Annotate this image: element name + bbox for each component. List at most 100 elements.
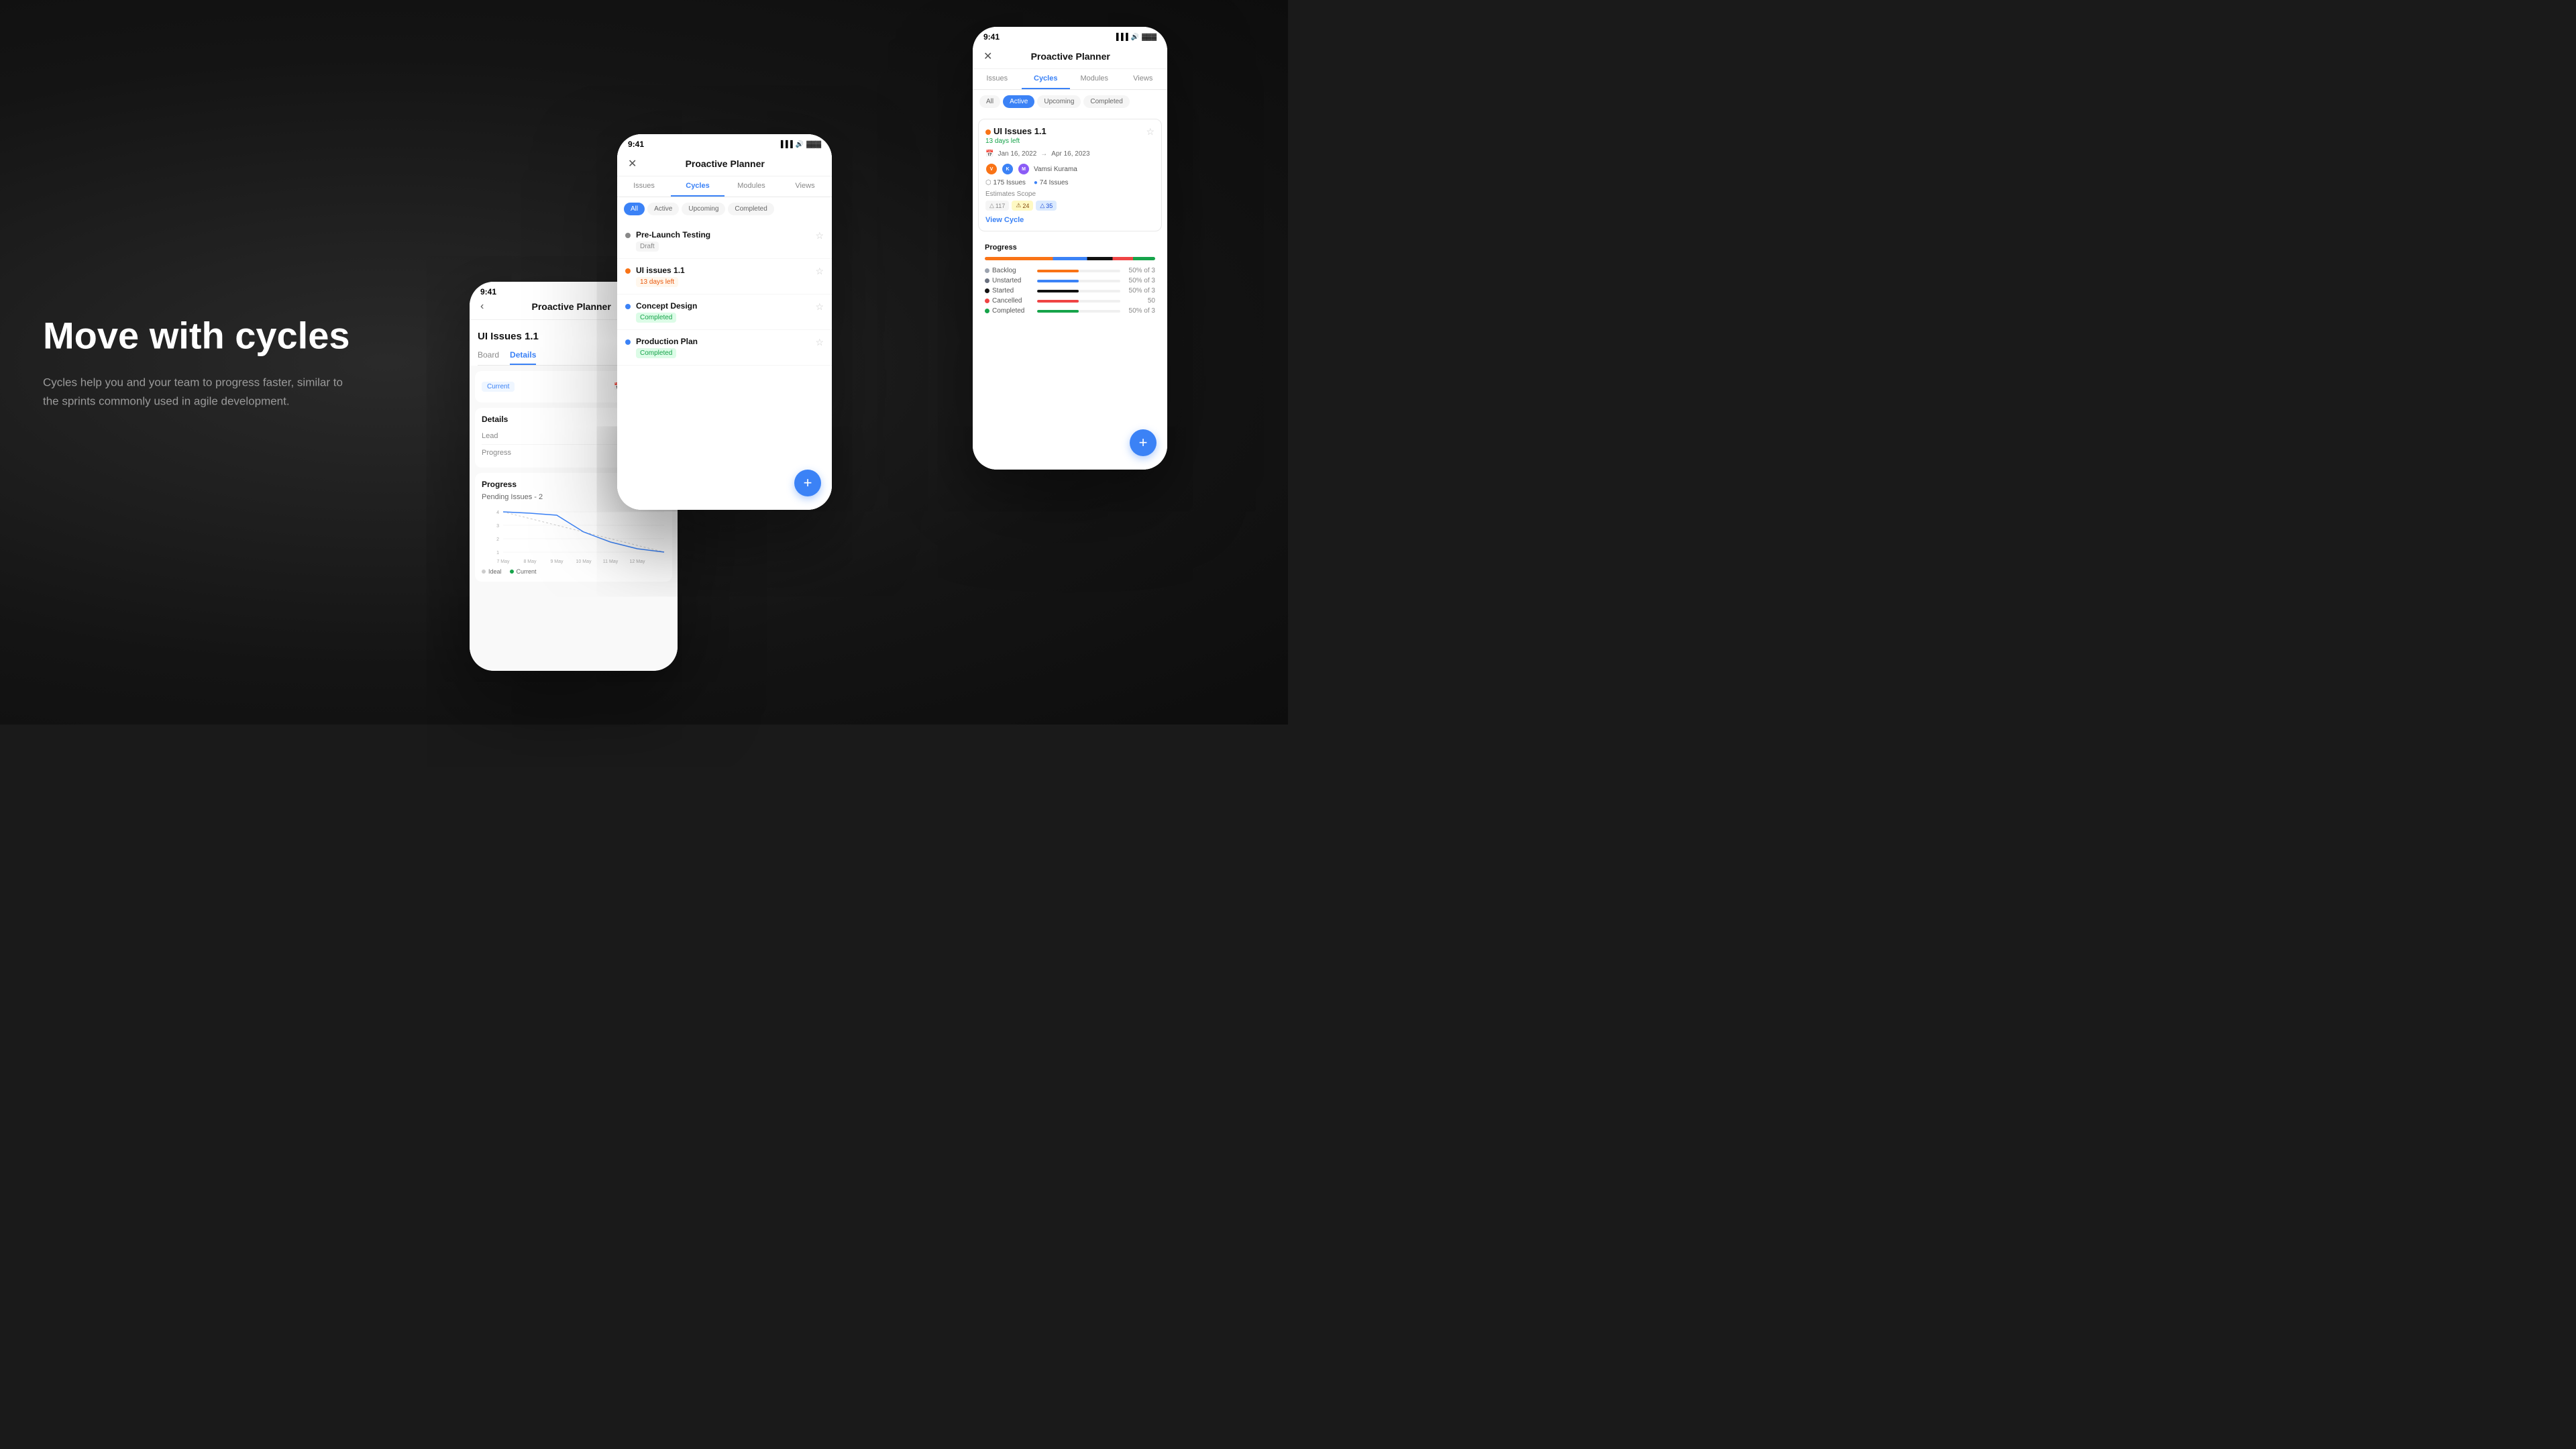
ideal-dot: [482, 570, 486, 574]
hero-section: Move with cycles Cycles help you and you…: [43, 315, 350, 411]
pct-cancelled: 50: [1126, 297, 1155, 305]
star-icon-production[interactable]: ☆: [815, 337, 824, 348]
arrow-icon: →: [1040, 150, 1047, 158]
bar-fill-backlog: [1037, 270, 1079, 272]
status-time-detail: 9:41: [480, 287, 496, 297]
progress-label-unstarted: Unstarted: [985, 277, 1032, 284]
status-time-list: 9:41: [628, 140, 644, 149]
tab-bar-cycle: Issues Cycles Modules Views: [973, 69, 1167, 90]
view-cycle-link[interactable]: View Cycle: [985, 216, 1155, 224]
pct-started: 50% of 3: [1126, 287, 1155, 294]
tab-views-cycle[interactable]: Views: [1119, 69, 1168, 89]
tab-issues-list[interactable]: Issues: [617, 176, 671, 197]
close-button-cycle[interactable]: ✕: [981, 48, 995, 64]
bar-fill-completed: [1037, 310, 1079, 313]
filter-completed-cycle[interactable]: Completed: [1083, 95, 1129, 108]
filter-active-cycle[interactable]: Active: [1003, 95, 1034, 108]
nav-bar-list: ✕ Proactive Planner: [617, 152, 832, 176]
cycle-info-concept: Concept Design Completed: [636, 301, 810, 323]
cycle-item-prelaunch[interactable]: Pre-Launch Testing Draft ☆: [617, 223, 832, 259]
cycle-members: V K M Vamsi Kurama: [985, 163, 1155, 175]
cycle-info-prelaunch: Pre-Launch Testing Draft: [636, 230, 810, 252]
filter-bar-list: All Active Upcoming Completed: [617, 197, 832, 221]
cycle-card-title: UI Issues 1.1: [994, 126, 1046, 136]
nav-title-cycle: Proactive Planner: [1000, 51, 1140, 62]
bar-wrap-backlog: [1037, 270, 1120, 272]
star-icon-ui[interactable]: ☆: [815, 266, 824, 277]
tab-modules-list[interactable]: Modules: [724, 176, 778, 197]
pct-completed: 50% of 3: [1126, 307, 1155, 315]
chart-svg: 4 3 2 1 7 May 8 May 9 May 10 May 11 May: [482, 505, 665, 566]
tab-details[interactable]: Details: [510, 346, 536, 365]
cycle-info-production: Production Plan Completed: [636, 337, 810, 358]
lead-label: Lead: [482, 432, 498, 440]
filter-all[interactable]: All: [624, 203, 645, 215]
wifi-icon-cycle: 🔊: [1131, 34, 1139, 41]
cycle-name-production: Production Plan: [636, 337, 810, 346]
tab-issues-cycle[interactable]: Issues: [973, 69, 1022, 89]
filter-completed[interactable]: Completed: [728, 203, 773, 215]
fab-cycle[interactable]: +: [1130, 429, 1157, 456]
svg-text:12 May: 12 May: [630, 559, 645, 564]
filter-upcoming-cycle[interactable]: Upcoming: [1037, 95, 1081, 108]
svg-text:11 May: 11 May: [603, 559, 619, 564]
cycle-name-concept: Concept Design: [636, 301, 810, 311]
phone-cycle: 9:41 ▐▐▐ 🔊 ▓▓▓ ✕ Proactive Planner Issue…: [973, 27, 1167, 470]
tab-cycles-cycle[interactable]: Cycles: [1022, 69, 1071, 89]
cycle-dot-ui: [625, 268, 631, 274]
star-icon-prelaunch[interactable]: ☆: [815, 230, 824, 241]
filter-active[interactable]: Active: [647, 203, 679, 215]
progress-label-completed: Completed: [985, 307, 1032, 315]
cycle-item-production[interactable]: Production Plan Completed ☆: [617, 330, 832, 366]
pct-unstarted: 50% of 3: [1126, 277, 1155, 284]
cycle-dot-concept: [625, 304, 631, 309]
signal-icon-list: ▐▐▐: [778, 141, 792, 148]
bar-wrap-started: [1037, 290, 1120, 292]
date-to: Apr 16, 2023: [1051, 150, 1089, 158]
dot-unstarted: [985, 278, 989, 283]
estimate-tags: △ 117 ⚠ 24 △ 35: [985, 201, 1155, 211]
progress-bar-main: [985, 257, 1155, 260]
bar-wrap-cancelled: [1037, 300, 1120, 303]
cycle-item-concept[interactable]: Concept Design Completed ☆: [617, 294, 832, 330]
nav-title-list: Proactive Planner: [645, 158, 805, 169]
hero-title: Move with cycles: [43, 315, 350, 358]
star-icon-concept[interactable]: ☆: [815, 301, 824, 313]
cycle-dot-prelaunch: [625, 233, 631, 238]
chart-legend: Ideal Current: [482, 568, 665, 575]
issue-counts: ⬡ 175 Issues ● 74 Issues: [985, 179, 1155, 186]
svg-text:3: 3: [496, 524, 499, 529]
fab-list[interactable]: +: [794, 470, 821, 496]
status-icons-list: ▐▐▐ 🔊 ▓▓▓: [778, 141, 821, 148]
bar-fill-cancelled: [1037, 300, 1079, 303]
cycle-status-prelaunch: Draft: [636, 241, 659, 252]
svg-text:2: 2: [496, 537, 499, 542]
cycle-name-prelaunch: Pre-Launch Testing: [636, 230, 810, 239]
close-button-list[interactable]: ✕: [625, 156, 639, 172]
legend-current: Current: [510, 568, 537, 575]
svg-text:10 May: 10 May: [576, 559, 592, 564]
cycle-dot-production: [625, 339, 631, 345]
tab-views-list[interactable]: Views: [778, 176, 832, 197]
issues-175: ⬡ 175 Issues: [985, 179, 1026, 186]
star-icon-card[interactable]: ☆: [1146, 126, 1155, 138]
battery-icon-list: ▓▓▓: [806, 141, 821, 148]
tab-board[interactable]: Board: [478, 346, 499, 365]
tab-modules-cycle[interactable]: Modules: [1070, 69, 1119, 89]
progress-row-started: Started 50% of 3: [985, 287, 1155, 294]
tab-cycles-list[interactable]: Cycles: [671, 176, 724, 197]
filter-upcoming[interactable]: Upcoming: [682, 203, 725, 215]
avatar-2: K: [1002, 163, 1014, 175]
cycle-card-dates: 📅 Jan 16, 2022 → Apr 16, 2023: [985, 150, 1155, 158]
filter-bar-cycle: All Active Upcoming Completed: [973, 90, 1167, 113]
card-dot: [985, 129, 991, 135]
current-chip: Current: [482, 382, 515, 392]
status-bar-list: 9:41 ▐▐▐ 🔊 ▓▓▓: [617, 134, 832, 152]
progress-label-backlog: Backlog: [985, 267, 1032, 274]
cycle-status-concept: Completed: [636, 313, 676, 323]
cycle-item-ui[interactable]: UI issues 1.1 13 days left ☆: [617, 259, 832, 294]
back-button-detail[interactable]: ‹: [478, 299, 486, 314]
bar-fill-started: [1037, 290, 1079, 292]
filter-all-cycle[interactable]: All: [979, 95, 1000, 108]
svg-text:4: 4: [496, 511, 499, 515]
